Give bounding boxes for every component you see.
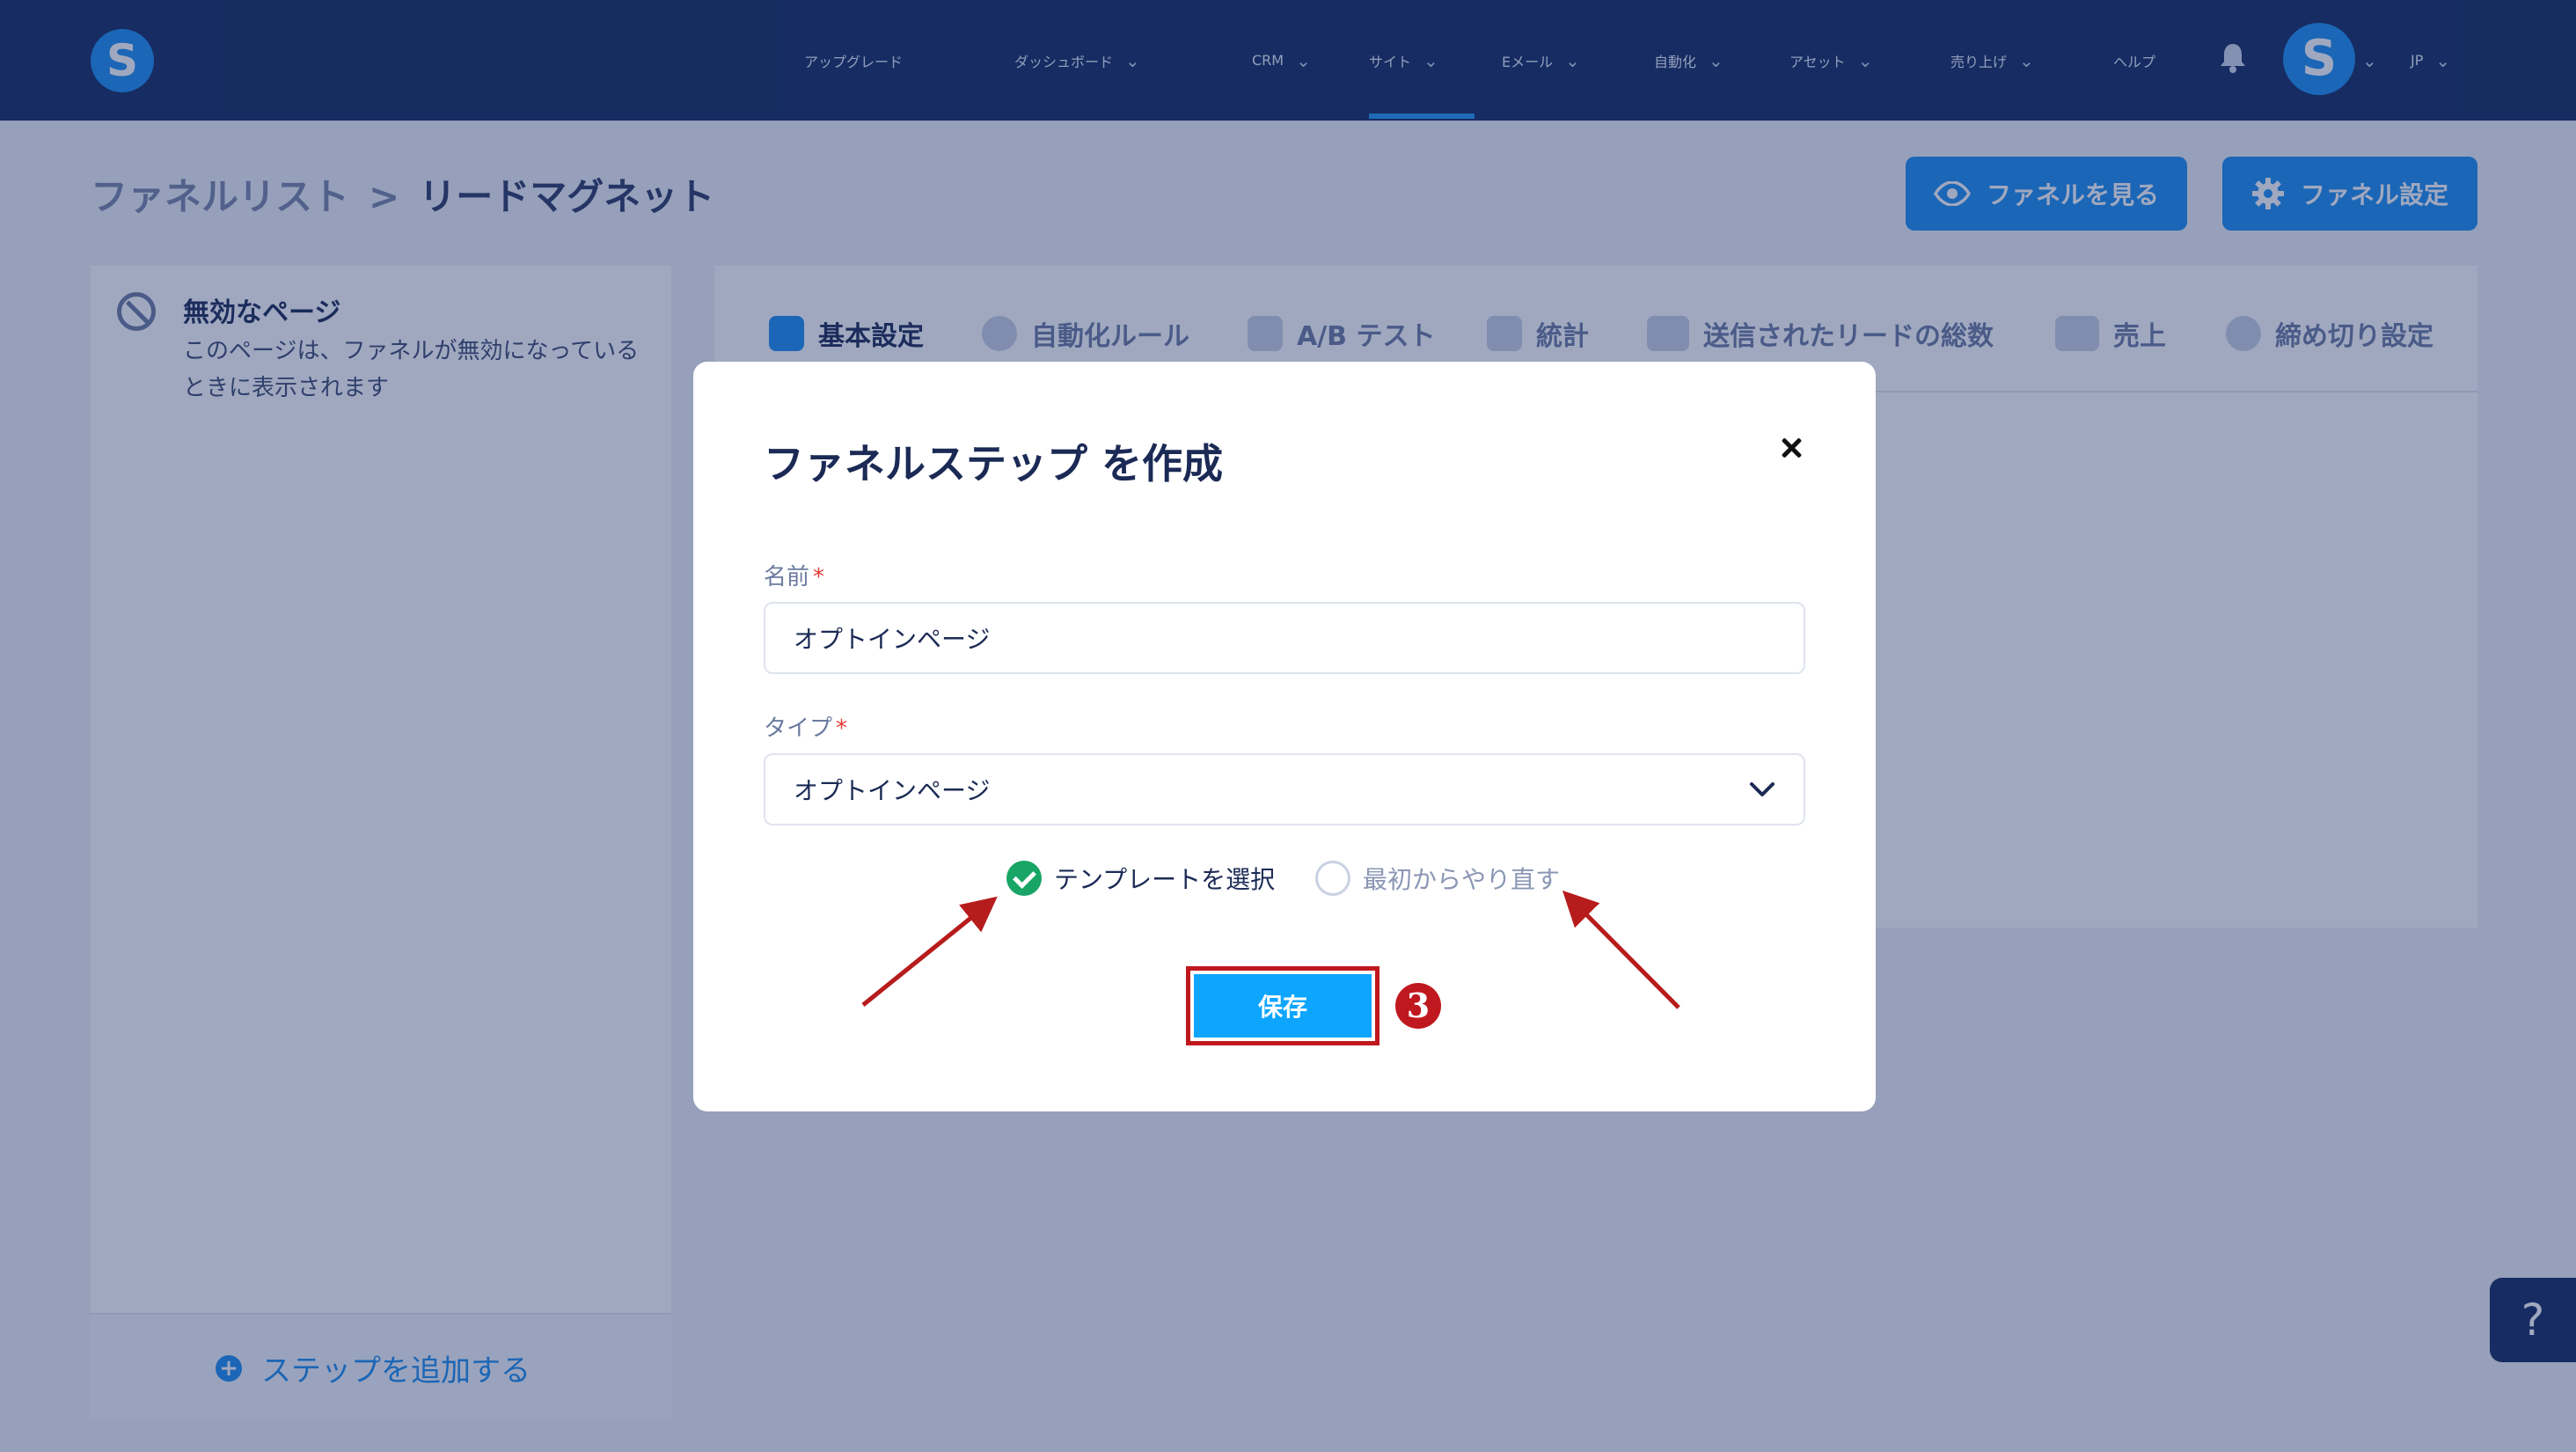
type-select[interactable]: オプトインページ	[764, 753, 1805, 825]
required-mark: *	[836, 715, 848, 742]
step-marker: 3	[1395, 983, 1441, 1029]
close-icon[interactable]	[1774, 430, 1809, 466]
modal-title: ファネルステップ を作成	[764, 440, 1224, 488]
radio-select-template[interactable]: テンプレートを選択	[1006, 861, 1275, 896]
creation-mode-options: テンプレートを選択 最初からやり直す	[693, 861, 1876, 901]
type-select-value: オプトインページ	[794, 776, 991, 805]
create-funnel-step-modal: ファネルステップ を作成 名前* タイプ* オプトインページ テンプレートを選択…	[693, 362, 1876, 1111]
radio-start-from-scratch[interactable]: 最初からやり直す	[1315, 861, 1560, 896]
radio-label: テンプレートを選択	[1054, 865, 1276, 894]
required-mark: *	[813, 564, 825, 590]
check-circle-icon	[1006, 861, 1042, 896]
radio-empty-icon	[1315, 861, 1350, 896]
chevron-down-icon	[1750, 782, 1775, 796]
radio-label: 最初からやり直す	[1363, 865, 1561, 894]
name-input[interactable]	[764, 602, 1805, 674]
type-label: タイプ *	[764, 715, 848, 742]
name-label: 名前 *	[764, 564, 825, 590]
save-button[interactable]: 保存	[1194, 974, 1372, 1038]
save-highlight: 保存	[1186, 966, 1379, 1045]
